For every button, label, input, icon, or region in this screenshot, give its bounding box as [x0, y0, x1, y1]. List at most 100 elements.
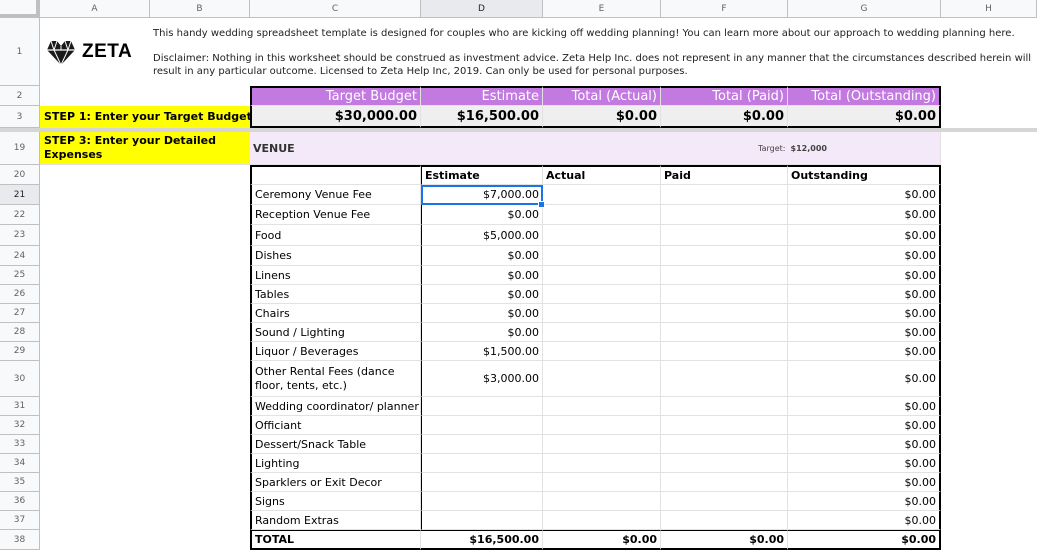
expense-item-actual[interactable] [543, 285, 661, 304]
expense-item-name[interactable]: Reception Venue Fee [250, 205, 421, 225]
expense-item-estimate[interactable] [421, 397, 543, 416]
row-header-24[interactable]: 24 [0, 246, 40, 266]
total-paid[interactable]: $0.00 [661, 530, 788, 550]
estimate-total-value[interactable]: $16,500.00 [421, 106, 543, 128]
expense-item-outstanding[interactable]: $0.00 [788, 185, 941, 205]
row-header-20[interactable]: 20 [0, 165, 40, 185]
column-header-b[interactable]: B [150, 0, 250, 18]
expense-item-estimate[interactable] [421, 454, 543, 473]
row-header-33[interactable]: 33 [0, 435, 40, 454]
step1-label[interactable]: STEP 1: Enter your Target Budget [40, 106, 252, 128]
expense-item-name[interactable]: Officiant [250, 416, 421, 435]
expense-item-estimate[interactable]: $0.00 [421, 266, 543, 285]
expense-item-name[interactable]: Sound / Lighting [250, 323, 421, 342]
expense-item-outstanding[interactable]: $0.00 [788, 435, 941, 454]
row-header-30[interactable]: 30 [0, 361, 40, 397]
expense-item-name[interactable]: Tables [250, 285, 421, 304]
expense-item-paid[interactable] [661, 185, 788, 205]
column-header-g[interactable]: G [788, 0, 941, 18]
row-header-26[interactable]: 26 [0, 285, 40, 304]
row-header-22[interactable]: 22 [0, 205, 40, 225]
expense-item-paid[interactable] [661, 266, 788, 285]
total-actual[interactable]: $0.00 [543, 530, 661, 550]
expense-item-estimate[interactable] [421, 473, 543, 492]
row-header-35[interactable]: 35 [0, 473, 40, 492]
expense-item-outstanding[interactable]: $0.00 [788, 323, 941, 342]
expense-item-actual[interactable] [543, 511, 661, 530]
row-header-27[interactable]: 27 [0, 304, 40, 323]
expense-item-paid[interactable] [661, 473, 788, 492]
expense-item-estimate[interactable]: $0.00 [421, 285, 543, 304]
expense-item-paid[interactable] [661, 492, 788, 511]
total-outstanding[interactable]: $0.00 [788, 530, 941, 550]
expense-item-outstanding[interactable]: $0.00 [788, 361, 941, 397]
expense-item-actual[interactable] [543, 266, 661, 285]
column-header-c[interactable]: C [250, 0, 421, 18]
row-header-23[interactable]: 23 [0, 225, 40, 246]
expense-item-name[interactable]: Wedding coordinator/ planner [250, 397, 421, 416]
expense-item-outstanding[interactable]: $0.00 [788, 511, 941, 530]
expense-item-outstanding[interactable]: $0.00 [788, 454, 941, 473]
expense-item-name[interactable]: Signs [250, 492, 421, 511]
expense-item-outstanding[interactable]: $0.00 [788, 225, 941, 246]
expense-item-name[interactable]: Dishes [250, 246, 421, 266]
expense-item-paid[interactable] [661, 304, 788, 323]
row-header-19[interactable]: 19 [0, 132, 40, 165]
row-header-34[interactable]: 34 [0, 454, 40, 473]
expense-item-paid[interactable] [661, 416, 788, 435]
column-header-f[interactable]: F [661, 0, 788, 18]
expense-item-estimate[interactable]: $0.00 [421, 304, 543, 323]
expense-item-actual[interactable] [543, 342, 661, 361]
expense-item-name[interactable]: Food [250, 225, 421, 246]
expense-item-actual[interactable] [543, 492, 661, 511]
expense-item-estimate[interactable]: $5,000.00 [421, 225, 543, 246]
row-header-31[interactable]: 31 [0, 397, 40, 416]
expense-item-outstanding[interactable]: $0.00 [788, 285, 941, 304]
expense-item-paid[interactable] [661, 342, 788, 361]
expense-item-estimate[interactable] [421, 435, 543, 454]
expense-item-actual[interactable] [543, 473, 661, 492]
expense-item-paid[interactable] [661, 454, 788, 473]
row-header-3[interactable]: 3 [0, 106, 40, 128]
selection-fill-handle[interactable] [538, 201, 545, 208]
column-header-h[interactable]: H [941, 0, 1037, 18]
expense-item-actual[interactable] [543, 435, 661, 454]
expense-item-outstanding[interactable]: $0.00 [788, 246, 941, 266]
expense-item-paid[interactable] [661, 397, 788, 416]
expense-item-actual[interactable] [543, 205, 661, 225]
expense-item-paid[interactable] [661, 246, 788, 266]
expense-item-outstanding[interactable]: $0.00 [788, 205, 941, 225]
row-header-37[interactable]: 37 [0, 511, 40, 530]
expense-item-actual[interactable] [543, 361, 661, 397]
row-header-29[interactable]: 29 [0, 342, 40, 361]
expense-item-paid[interactable] [661, 511, 788, 530]
expense-item-actual[interactable] [543, 185, 661, 205]
expense-item-estimate[interactable]: $0.00 [421, 205, 543, 225]
column-header-a[interactable]: A [40, 0, 150, 18]
row-header-2[interactable]: 2 [0, 86, 40, 106]
expense-item-outstanding[interactable]: $0.00 [788, 473, 941, 492]
expense-item-estimate[interactable] [421, 492, 543, 511]
expense-item-paid[interactable] [661, 435, 788, 454]
expense-item-estimate[interactable]: $7,000.00 [421, 185, 543, 205]
expense-item-actual[interactable] [543, 246, 661, 266]
total-outstanding-value[interactable]: $0.00 [788, 106, 941, 128]
expense-item-paid[interactable] [661, 323, 788, 342]
expense-item-paid[interactable] [661, 225, 788, 246]
column-header-d[interactable]: D [421, 0, 543, 18]
row-header-21[interactable]: 21 [0, 185, 40, 205]
row-header-28[interactable]: 28 [0, 323, 40, 342]
expense-item-estimate[interactable] [421, 511, 543, 530]
expense-item-name[interactable]: Random Extras [250, 511, 421, 530]
expense-item-name[interactable]: Linens [250, 266, 421, 285]
expense-item-paid[interactable] [661, 205, 788, 225]
row-header-25[interactable]: 25 [0, 266, 40, 285]
expense-item-name[interactable]: Other Rental Fees (dance floor, tents, et… [250, 361, 421, 397]
expense-item-outstanding[interactable]: $0.00 [788, 266, 941, 285]
expense-item-outstanding[interactable]: $0.00 [788, 304, 941, 323]
expense-item-outstanding[interactable]: $0.00 [788, 492, 941, 511]
expense-item-name[interactable]: Ceremony Venue Fee [250, 185, 421, 205]
row-header-32[interactable]: 32 [0, 416, 40, 435]
expense-item-actual[interactable] [543, 304, 661, 323]
expense-item-outstanding[interactable]: $0.00 [788, 342, 941, 361]
